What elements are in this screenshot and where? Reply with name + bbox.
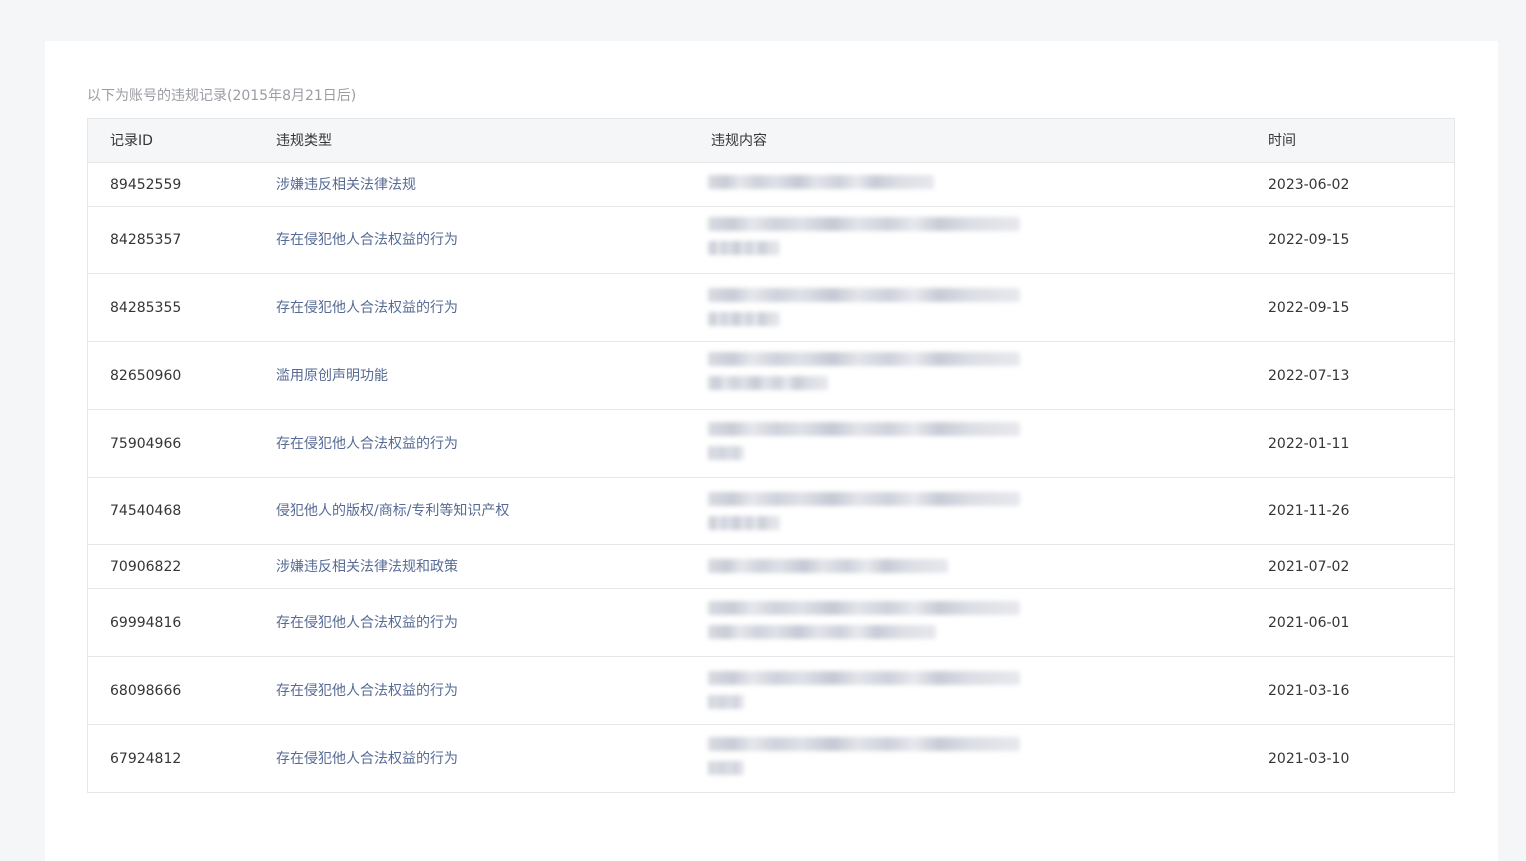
record-id: 67924812	[110, 750, 182, 767]
violation-type-link[interactable]: 涉嫌违反相关法律法规	[276, 175, 416, 195]
table-header-row: 记录ID 违规类型 违规内容 时间	[88, 119, 1454, 163]
violation-content-redacted	[708, 410, 1038, 477]
violation-content-redacted	[708, 274, 1038, 341]
record-time: 2021-07-02	[1268, 558, 1350, 575]
record-time: 2022-01-11	[1268, 435, 1350, 452]
redacted-text-block	[708, 516, 780, 530]
violation-type-link[interactable]: 存在侵犯他人合法权益的行为	[276, 613, 458, 633]
redacted-text-block	[708, 175, 934, 189]
violation-type-link[interactable]: 侵犯他人的版权/商标/专利等知识产权	[276, 501, 509, 521]
record-time: 2023-06-02	[1268, 176, 1350, 193]
violation-type-link[interactable]: 存在侵犯他人合法权益的行为	[276, 230, 458, 250]
table-row: 84285355 存在侵犯他人合法权益的行为 2022-09-15	[88, 274, 1454, 342]
record-time: 2022-07-13	[1268, 367, 1350, 384]
violation-records-table: 记录ID 违规类型 违规内容 时间 89452559 涉嫌违反相关法律法规 2023…	[87, 118, 1455, 793]
record-id: 68098666	[110, 682, 182, 699]
table-body: 89452559 涉嫌违反相关法律法规 2023-06-02 84285357 存在侵犯…	[88, 163, 1454, 792]
violation-records-card: 以下为账号的违规记录(2015年8月21日后) 记录ID 违规类型 违规内容 时…	[45, 41, 1498, 861]
table-row: 70906822 涉嫌违反相关法律法规和政策 2021-07-02	[88, 545, 1454, 589]
record-time: 2021-11-26	[1268, 503, 1350, 519]
violation-content-redacted	[708, 589, 1038, 656]
redacted-text-block	[708, 422, 1020, 436]
violation-type-link[interactable]: 存在侵犯他人合法权益的行为	[276, 298, 458, 318]
redacted-text-block	[708, 695, 744, 709]
violation-content-redacted	[708, 657, 1038, 724]
violation-content-redacted	[708, 478, 1038, 544]
record-id: 84285357	[110, 232, 182, 248]
record-id: 70906822	[110, 558, 182, 575]
violation-type-link[interactable]: 存在侵犯他人合法权益的行为	[276, 434, 458, 454]
table-row: 69994816 存在侵犯他人合法权益的行为 2021-06-01	[88, 589, 1454, 657]
record-time: 2021-06-01	[1268, 614, 1350, 631]
table-row: 84285357 存在侵犯他人合法权益的行为 2022-09-15	[88, 207, 1454, 274]
redacted-text-block	[708, 217, 1020, 231]
redacted-text-block	[708, 601, 1020, 615]
redacted-text-block	[708, 492, 1020, 506]
record-time: 2021-03-16	[1268, 682, 1350, 699]
redacted-text-block	[708, 559, 948, 573]
table-row: 67924812 存在侵犯他人合法权益的行为 2021-03-10	[88, 725, 1454, 792]
record-time: 2022-09-15	[1268, 232, 1350, 248]
redacted-text-block	[708, 352, 1020, 366]
redacted-text-block	[708, 241, 780, 255]
record-id: 89452559	[110, 176, 182, 193]
redacted-text-block	[708, 288, 1020, 302]
header-record-id: 记录ID	[110, 132, 153, 149]
violation-content-redacted	[708, 725, 1038, 792]
header-violation-type: 违规类型	[276, 132, 332, 149]
redacted-text-block	[708, 625, 936, 639]
record-time: 2021-03-10	[1268, 750, 1350, 767]
records-caption: 以下为账号的违规记录(2015年8月21日后)	[87, 88, 357, 104]
redacted-text-block	[708, 761, 744, 775]
table-row: 89452559 涉嫌违反相关法律法规 2023-06-02	[88, 163, 1454, 207]
table-row: 68098666 存在侵犯他人合法权益的行为 2021-03-16	[88, 657, 1454, 725]
redacted-text-block	[708, 446, 744, 460]
record-id: 74540468	[110, 503, 182, 519]
record-id: 75904966	[110, 435, 182, 452]
table-row: 75904966 存在侵犯他人合法权益的行为 2022-01-11	[88, 410, 1454, 478]
violation-content-redacted	[708, 207, 1038, 273]
table-row: 74540468 侵犯他人的版权/商标/专利等知识产权 2021-11-26	[88, 478, 1454, 545]
violation-content-redacted	[708, 545, 1038, 588]
violation-type-link[interactable]: 滥用原创声明功能	[276, 366, 388, 386]
header-time: 时间	[1268, 132, 1296, 149]
violation-type-link[interactable]: 存在侵犯他人合法权益的行为	[276, 681, 458, 701]
record-id: 84285355	[110, 299, 182, 316]
record-id: 82650960	[110, 367, 182, 384]
violation-type-link[interactable]: 涉嫌违反相关法律法规和政策	[276, 557, 458, 577]
redacted-text-block	[708, 376, 828, 390]
violation-content-redacted	[708, 163, 1038, 206]
redacted-text-block	[708, 312, 780, 326]
record-time: 2022-09-15	[1268, 299, 1350, 316]
header-violation-content: 违规内容	[711, 132, 767, 149]
redacted-text-block	[708, 737, 1020, 751]
violation-type-link[interactable]: 存在侵犯他人合法权益的行为	[276, 749, 458, 769]
table-row: 82650960 滥用原创声明功能 2022-07-13	[88, 342, 1454, 410]
record-id: 69994816	[110, 614, 182, 631]
redacted-text-block	[708, 671, 1020, 685]
violation-content-redacted	[708, 342, 1038, 409]
